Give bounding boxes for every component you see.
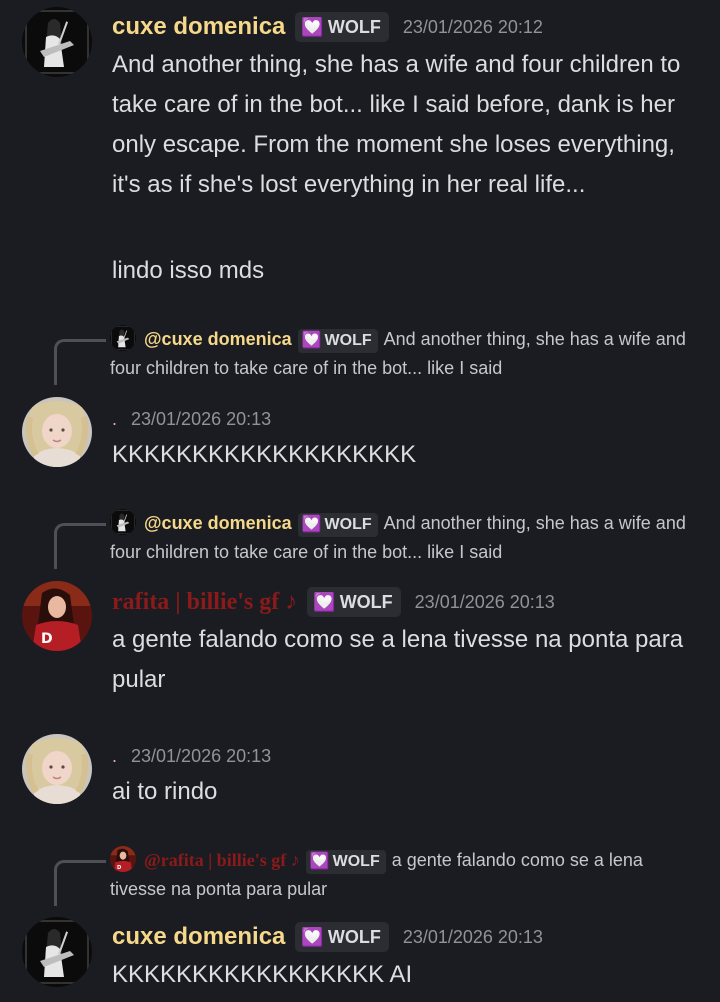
- reply-mention[interactable]: @rafita | billie's gf ♪: [144, 850, 300, 870]
- role-label: WOLF: [332, 853, 380, 870]
- message-content: KKKKKKKKKKKKKKKKKKK: [112, 441, 417, 468]
- timestamp[interactable]: 23/01/2026 20:13: [415, 592, 555, 613]
- role-badge[interactable]: 💟 WOLF: [307, 587, 401, 617]
- avatar-image: [22, 917, 92, 987]
- reply-text: @cuxe domenica 💟 WOLF And another thing, sh…: [110, 509, 690, 567]
- heart-icon: 💟: [313, 591, 336, 612]
- reply-avatar: [110, 509, 136, 535]
- reply-connector: [54, 860, 106, 906]
- role-badge: 💟 WOLF: [297, 329, 378, 353]
- message-header: . 23/01/2026 20:13: [112, 741, 271, 771]
- reply-mention[interactable]: @cuxe domenica: [144, 329, 292, 349]
- message-header: rafita | billie's gf ♪ 💟 WOLF 23/01/2026…: [112, 586, 555, 618]
- username[interactable]: cuxe domenica: [112, 13, 285, 41]
- heart-icon: 💟: [301, 332, 322, 349]
- message-header: cuxe domenica 💟 WOLF 23/01/2026 20:12: [112, 11, 543, 43]
- username[interactable]: .: [112, 746, 117, 767]
- role-label: WOLF: [327, 16, 381, 37]
- role-badge: 💟 WOLF: [297, 513, 378, 537]
- avatar-image: [22, 734, 92, 804]
- role-badge[interactable]: 💟 WOLF: [295, 12, 389, 42]
- avatar-image: [22, 7, 92, 77]
- role-label: WOLF: [327, 926, 381, 947]
- avatar-image: [22, 581, 92, 651]
- message-content: ai to rindo: [112, 778, 218, 805]
- avatar-image: [22, 397, 92, 467]
- role-label: WOLF: [324, 332, 372, 349]
- username[interactable]: cuxe domenica: [112, 923, 285, 951]
- heart-icon: 💟: [301, 926, 324, 947]
- message-content: lindo isso mds: [112, 257, 265, 284]
- role-badge[interactable]: 💟 WOLF: [295, 922, 389, 952]
- message-header: cuxe domenica 💟 WOLF 23/01/2026 20:13: [112, 921, 543, 953]
- user-avatar[interactable]: [22, 917, 92, 987]
- user-avatar[interactable]: [22, 397, 92, 467]
- reply-mention[interactable]: @cuxe domenica: [144, 513, 292, 533]
- timestamp[interactable]: 23/01/2026 20:13: [131, 746, 271, 767]
- user-avatar[interactable]: [22, 7, 92, 77]
- role-badge: 💟 WOLF: [305, 850, 386, 874]
- timestamp[interactable]: 23/01/2026 20:12: [403, 17, 543, 38]
- reply-avatar: [110, 846, 136, 872]
- user-avatar[interactable]: [22, 734, 92, 804]
- timestamp[interactable]: 23/01/2026 20:13: [131, 409, 271, 430]
- message-content: a gente falando como se a lena tivesse n…: [112, 626, 684, 693]
- reply-text: @cuxe domenica 💟 WOLF And another thing, sh…: [110, 325, 690, 383]
- heart-icon: 💟: [301, 516, 322, 533]
- username[interactable]: .: [112, 409, 117, 430]
- message-header: . 23/01/2026 20:13: [112, 404, 271, 434]
- heart-icon: 💟: [301, 16, 324, 37]
- message-content: And another thing, she has a wife and fo…: [112, 51, 681, 198]
- reply-connector: [54, 523, 106, 569]
- role-label: WOLF: [324, 516, 372, 533]
- username[interactable]: rafita | billie's gf ♪: [112, 589, 297, 616]
- reply-text: @rafita | billie's gf ♪ 💟 WOLF a gente fala…: [110, 846, 690, 904]
- reply-avatar: [110, 325, 136, 351]
- reply-connector: [54, 339, 106, 385]
- user-avatar[interactable]: [22, 581, 92, 651]
- message-content: KKKKKKKKKKKKKKKKK AI: [112, 961, 413, 988]
- heart-icon: 💟: [309, 853, 330, 870]
- timestamp[interactable]: 23/01/2026 20:13: [403, 927, 543, 948]
- role-label: WOLF: [339, 591, 393, 612]
